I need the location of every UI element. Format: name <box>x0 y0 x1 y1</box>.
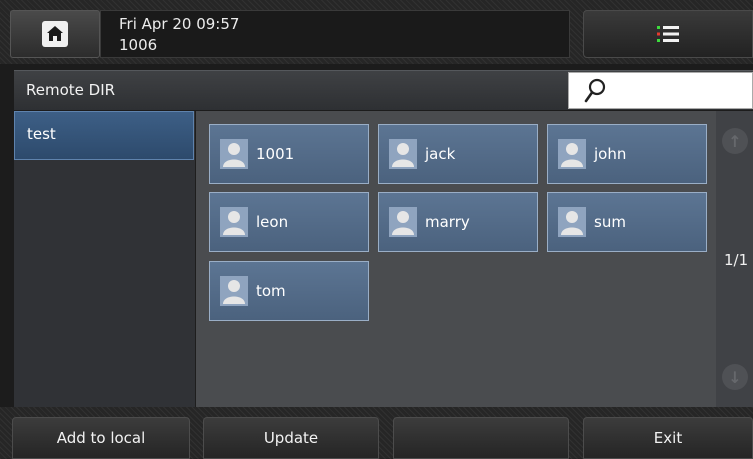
contact-card[interactable]: tom <box>209 261 369 321</box>
home-button[interactable] <box>10 10 100 58</box>
contact-name: tom <box>256 282 286 300</box>
contact-card[interactable]: john <box>547 124 707 184</box>
status-bar: Fri Apr 20 09:57 1006 <box>0 0 753 64</box>
softkey-bar: Add to local Update Exit <box>0 407 753 459</box>
person-icon <box>220 139 248 169</box>
contact-card[interactable]: 1001 <box>209 124 369 184</box>
search-input[interactable] <box>568 72 753 109</box>
contact-name: jack <box>425 145 456 163</box>
arrow-up-icon[interactable]: ↑ <box>722 128 748 154</box>
menu-list-icon <box>657 26 679 42</box>
page-title: Remote DIR <box>26 81 116 99</box>
page-scroller: ↑ 1/1 ↓ <box>716 111 753 407</box>
date-time: Fri Apr 20 09:57 <box>119 15 240 33</box>
update-button[interactable]: Update <box>203 417 379 459</box>
person-icon <box>558 139 586 169</box>
home-icon <box>42 21 68 47</box>
contact-name: marry <box>425 213 470 231</box>
person-icon <box>220 207 248 237</box>
contact-name: 1001 <box>256 145 295 163</box>
person-icon <box>220 276 248 306</box>
add-to-local-button[interactable]: Add to local <box>12 417 190 459</box>
contact-name: sum <box>594 213 626 231</box>
account-extension: 1006 <box>119 36 158 54</box>
arrow-down-icon[interactable]: ↓ <box>722 364 748 390</box>
person-icon <box>389 207 417 237</box>
page-indicator: 1/1 <box>724 251 749 269</box>
person-icon <box>389 139 417 169</box>
contact-card[interactable]: marry <box>378 192 538 252</box>
group-list: test <box>14 111 196 407</box>
group-item-test[interactable]: test <box>14 111 194 160</box>
contact-card[interactable]: sum <box>547 192 707 252</box>
person-icon <box>558 207 586 237</box>
contact-card[interactable]: leon <box>209 192 369 252</box>
group-item-label: test <box>27 125 56 143</box>
exit-button[interactable]: Exit <box>583 417 753 459</box>
contact-name: john <box>594 145 627 163</box>
contact-grid: 1001 jack john leon marry sum tom <box>196 111 716 407</box>
search-icon <box>584 78 606 103</box>
status-panel: Fri Apr 20 09:57 1006 <box>100 10 570 58</box>
blank-softkey[interactable] <box>393 417 569 459</box>
menu-button[interactable] <box>583 10 753 58</box>
contact-name: leon <box>256 213 289 231</box>
directory-title-bar: Remote DIR <box>14 70 753 110</box>
contact-card[interactable]: jack <box>378 124 538 184</box>
